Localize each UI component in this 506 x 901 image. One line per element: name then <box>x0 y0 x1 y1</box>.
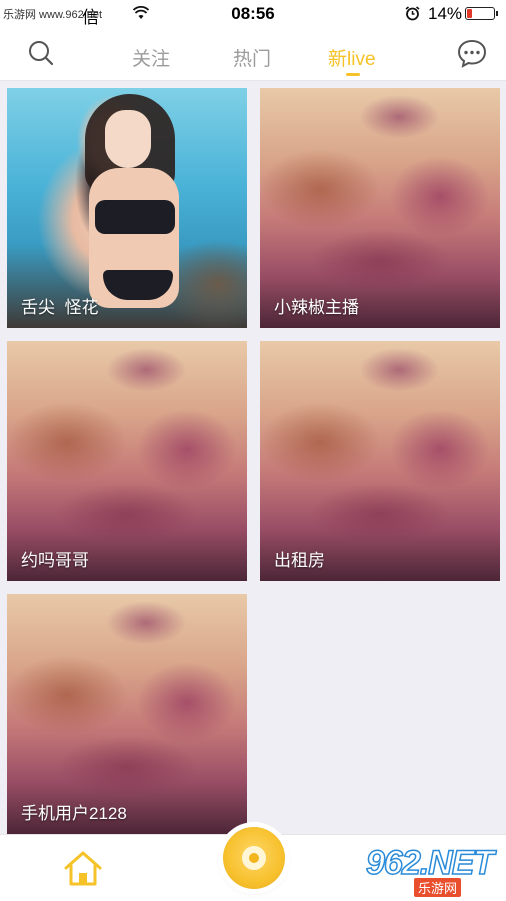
battery-percent: 14% <box>428 4 463 23</box>
live-room-card[interactable]: 约吗哥哥 <box>7 341 247 581</box>
live-record-dot <box>249 853 259 863</box>
home-icon[interactable] <box>62 849 104 889</box>
live-room-card[interactable]: 手机用户2128 <box>7 594 247 834</box>
chat-bubble-icon[interactable] <box>455 38 489 68</box>
top-nav-bar: 关注 热门 新live <box>0 28 506 81</box>
live-room-card[interactable]: 小辣椒主播 <box>260 88 500 328</box>
status-bar: 乐游网 www.962.net 信 08:56 14% <box>0 0 506 28</box>
tab-follow[interactable]: 关注 <box>132 44 170 71</box>
live-room-title: 小辣椒主播 <box>274 298 359 317</box>
watermark-logo: 962.NET 乐游网 <box>365 843 498 897</box>
host-photo-top <box>95 200 175 234</box>
live-room-title: 手机用户2128 <box>21 804 127 823</box>
tab-new-live[interactable]: 新live <box>328 44 376 71</box>
search-icon[interactable] <box>26 38 56 68</box>
battery-icon <box>465 7 495 20</box>
go-live-button[interactable] <box>223 827 285 889</box>
live-room-card[interactable]: 舌尖 怪花 <box>7 88 247 328</box>
host-photo-face <box>105 110 151 168</box>
live-room-title: 约吗哥哥 <box>21 551 89 570</box>
live-room-card[interactable]: 出租房 <box>260 341 500 581</box>
active-tab-indicator <box>346 73 360 76</box>
watermark-logo-sub: 乐游网 <box>414 878 462 897</box>
live-room-title: 舌尖 怪花 <box>21 298 99 317</box>
tab-hot[interactable]: 热门 <box>233 44 271 71</box>
live-room-title: 出租房 <box>274 551 325 570</box>
battery-tip <box>496 11 498 16</box>
alarm-icon <box>405 6 420 21</box>
